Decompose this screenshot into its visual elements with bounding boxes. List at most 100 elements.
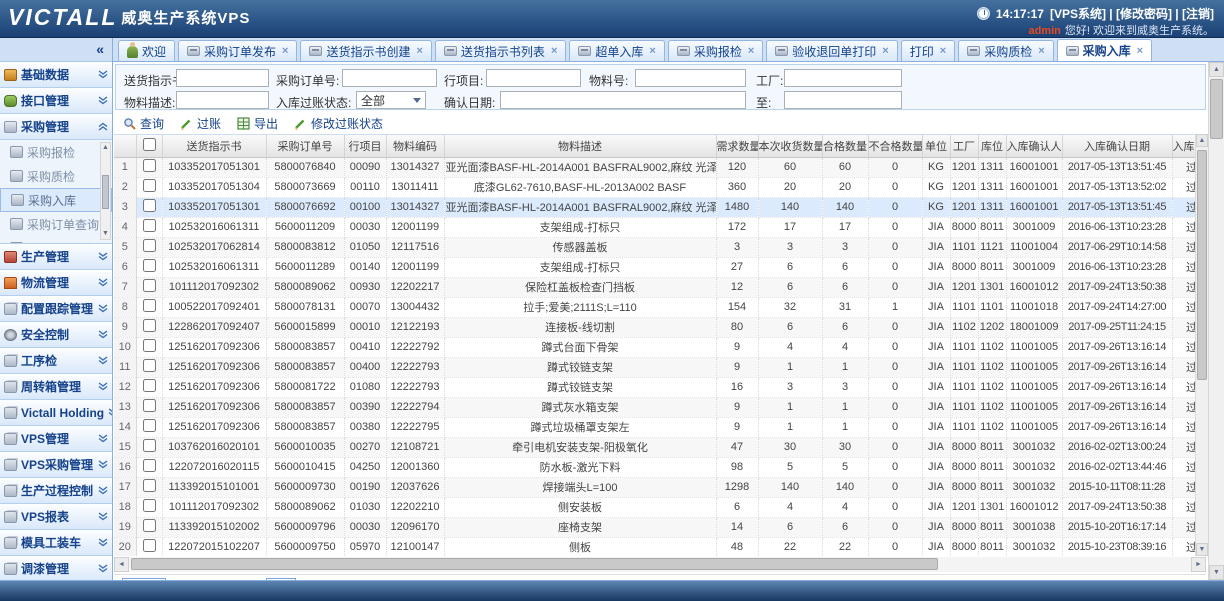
table-row[interactable]: 9 122862017092407 5600015899 00010 12122…	[114, 317, 1207, 337]
sidebar-item[interactable]: 采购报检	[0, 140, 112, 164]
sidebar-group[interactable]: 生产管理	[0, 244, 112, 270]
sidebar-item[interactable]: 采购入库	[0, 188, 112, 212]
row-checkbox[interactable]	[143, 499, 156, 512]
sidebar-group[interactable]: 配置跟踪管理	[0, 296, 112, 322]
page-scrollbar[interactable]: ▲ ▼	[1208, 62, 1224, 580]
table-row[interactable]: 3 103352017051301 5800076692 00100 13014…	[114, 197, 1207, 217]
table-row[interactable]: 16 122072016020115 5600010415 04250 1200…	[114, 457, 1207, 477]
scroll-down-icon[interactable]: ▼	[1196, 543, 1208, 556]
sidebar-group[interactable]: 接口管理	[0, 88, 112, 114]
select-all-checkbox[interactable]	[143, 138, 156, 151]
tab[interactable]: 送货指示书列表 ×	[435, 40, 566, 61]
tab[interactable]: 采购入库 ×	[1057, 39, 1152, 61]
line-item-input[interactable]	[486, 69, 581, 87]
material-desc-input[interactable]	[176, 91, 269, 109]
table-row[interactable]: 19 113392015102002 5600009796 00030 1209…	[114, 517, 1207, 537]
session-links[interactable]: [VPS系统] | [修改密码] | [注销]	[1050, 5, 1214, 22]
close-icon[interactable]: ×	[416, 45, 422, 57]
date-to-input[interactable]	[784, 91, 902, 109]
close-icon[interactable]: ×	[882, 45, 888, 57]
sidebar-group[interactable]: 采购管理	[0, 114, 112, 140]
table-row[interactable]: 5 102532017062814 5800083812 01050 12117…	[114, 237, 1207, 257]
table-row[interactable]: 1 103352017051301 5800076840 00090 13014…	[114, 157, 1207, 177]
sidebar-group[interactable]: Victall Holding	[0, 400, 112, 426]
plant-input[interactable]	[784, 69, 902, 87]
row-checkbox[interactable]	[143, 299, 156, 312]
row-checkbox[interactable]	[143, 319, 156, 332]
close-icon[interactable]: ×	[748, 45, 754, 57]
row-checkbox[interactable]	[143, 439, 156, 452]
row-checkbox[interactable]	[143, 419, 156, 432]
table-row[interactable]: 4 102532016061311 5600011209 00030 12001…	[114, 217, 1207, 237]
tab[interactable]: 验收退回单打印 ×	[766, 40, 897, 61]
row-checkbox[interactable]	[143, 479, 156, 492]
table-row[interactable]: 10 125162017092306 5800083857 00410 1222…	[114, 337, 1207, 357]
row-checkbox[interactable]	[143, 359, 156, 372]
column-header[interactable]: 单位	[922, 135, 950, 157]
modify-status-button[interactable]: 修改过账状态	[294, 115, 383, 132]
scroll-left-icon[interactable]: ◄	[114, 557, 129, 572]
po-no-input[interactable]	[342, 69, 437, 87]
table-row[interactable]: 2 103352017051304 5800073669 00110 13011…	[114, 177, 1207, 197]
table-vertical-scrollbar[interactable]: ▲ ▼	[1195, 134, 1208, 556]
row-checkbox[interactable]	[143, 219, 156, 232]
tab[interactable]: 欢迎	[118, 40, 175, 61]
row-checkbox[interactable]	[143, 459, 156, 472]
row-checkbox[interactable]	[143, 159, 156, 172]
export-button[interactable]: 导出	[237, 115, 278, 132]
row-checkbox[interactable]	[143, 379, 156, 392]
scroll-up-icon[interactable]: ▲	[1196, 134, 1208, 147]
column-header[interactable]: 合格数量	[822, 135, 868, 157]
table-row[interactable]: 18 101112017092302 5800089062 01030 1220…	[114, 497, 1207, 517]
table-row[interactable]: 14 125162017092306 5800083857 00380 1222…	[114, 417, 1207, 437]
table-horizontal-scrollbar[interactable]: ◄ ►	[114, 557, 1206, 572]
scroll-down-icon[interactable]: ▼	[1209, 565, 1224, 580]
row-checkbox[interactable]	[143, 199, 156, 212]
delivery-note-input[interactable]	[176, 69, 269, 87]
scroll-up-icon[interactable]: ▲	[101, 143, 110, 153]
column-header[interactable]: 行项目	[344, 135, 386, 157]
table-row[interactable]: 15 103762016020101 5600010035 00270 1210…	[114, 437, 1207, 457]
row-checkbox[interactable]	[143, 539, 156, 552]
scroll-up-icon[interactable]: ▲	[1209, 62, 1224, 77]
column-header[interactable]: 工厂	[950, 135, 978, 157]
material-no-input[interactable]	[635, 69, 746, 87]
column-header[interactable]: 入库确认人	[1006, 135, 1062, 157]
table-row[interactable]: 7 101112017092302 5800089062 00930 12202…	[114, 277, 1207, 297]
column-header[interactable]: 采购订单号	[266, 135, 344, 157]
column-header[interactable]: 库位	[978, 135, 1006, 157]
confirm-date-input[interactable]	[500, 91, 746, 109]
posting-status-select[interactable]: 全部	[356, 91, 426, 109]
table-row[interactable]: 17 113392015101001 5600009730 00190 1203…	[114, 477, 1207, 497]
close-icon[interactable]: ×	[649, 45, 655, 57]
row-checkbox[interactable]	[143, 279, 156, 292]
sidebar-group[interactable]: 周转箱管理	[0, 374, 112, 400]
scroll-down-icon[interactable]: ▼	[101, 229, 110, 239]
sidebar-group[interactable]: VPS管理	[0, 426, 112, 452]
row-checkbox[interactable]	[143, 179, 156, 192]
sidebar-group[interactable]: 模具工装车	[0, 530, 112, 556]
column-header[interactable]: 本次收货数量	[758, 135, 822, 157]
tab[interactable]: 采购质检 ×	[958, 40, 1053, 61]
close-icon[interactable]: ×	[282, 45, 288, 57]
close-icon[interactable]: ×	[1137, 45, 1143, 57]
search-button[interactable]: 查询	[123, 115, 164, 132]
post-button[interactable]: 过账	[180, 115, 221, 132]
row-checkbox[interactable]	[143, 259, 156, 272]
sidebar-item[interactable]: 采购订单查询	[0, 212, 112, 236]
table-row[interactable]: 13 125162017092306 5800083857 00390 1222…	[114, 397, 1207, 417]
row-checkbox[interactable]	[143, 239, 156, 252]
scroll-thumb[interactable]	[131, 558, 938, 570]
sidebar-group[interactable]: 基础数据	[0, 62, 112, 88]
tab[interactable]: 超单入库 ×	[569, 40, 664, 61]
tab[interactable]: 打印 ×	[901, 40, 955, 61]
table-row[interactable]: 8 100522017092401 5800078131 00070 13004…	[114, 297, 1207, 317]
row-checkbox[interactable]	[143, 339, 156, 352]
close-icon[interactable]: ×	[1038, 45, 1044, 57]
column-header[interactable]: 物料描述	[444, 135, 716, 157]
submenu-scrollbar[interactable]: ▲ ▼	[100, 142, 111, 240]
tab[interactable]: 采购报检 ×	[668, 40, 763, 61]
row-checkbox[interactable]	[143, 519, 156, 532]
sidebar-item[interactable]: 采购入库单打印	[0, 236, 112, 244]
column-header[interactable]: 不合格数量	[868, 135, 922, 157]
